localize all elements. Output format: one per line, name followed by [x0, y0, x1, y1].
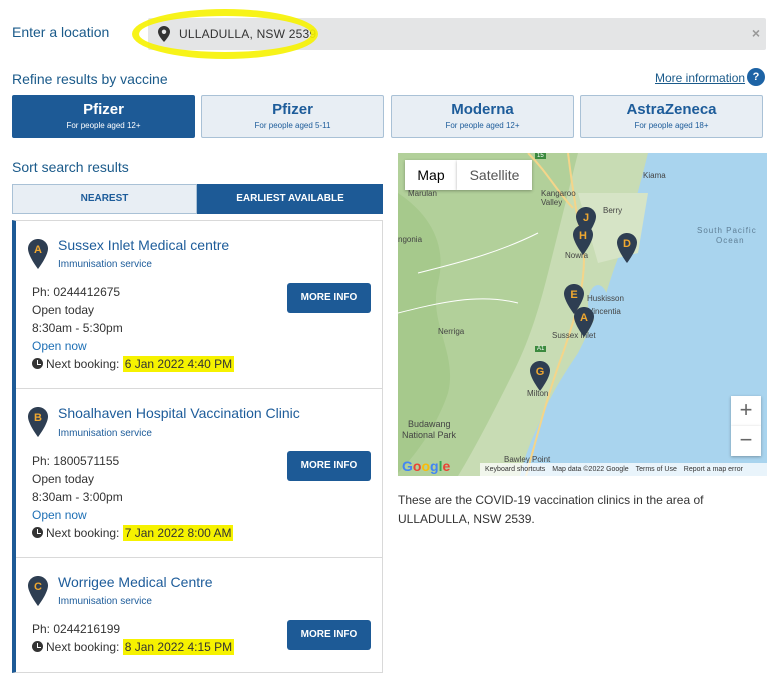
map-place-label: National Park [402, 430, 457, 440]
clinic-name[interactable]: Shoalhaven Hospital Vaccination Clinic [58, 405, 300, 421]
booking-label: Next booking: [46, 526, 120, 540]
next-booking: Next booking: 6 Jan 2022 4:40 PM [32, 356, 235, 372]
map-footer: Keyboard shortcuts Map data ©2022 Google… [480, 463, 767, 476]
more-info-button[interactable]: MORE INFO [287, 620, 371, 650]
more-info-button[interactable]: MORE INFO [287, 451, 371, 481]
vaccine-name: AstraZeneca [626, 101, 717, 118]
vaccine-age: For people aged 12+ [445, 121, 520, 130]
refine-label: Refine results by vaccine [12, 71, 168, 87]
map-place-label: Marulan [408, 189, 437, 198]
map-marker-icon: B [28, 407, 48, 437]
clinic-type: Immunisation service [58, 259, 152, 270]
next-booking: Next booking: 7 Jan 2022 8:00 AM [32, 525, 234, 541]
clock-icon [32, 527, 43, 538]
clock-icon [32, 358, 43, 369]
svg-text:B: B [34, 412, 42, 424]
map-place-label: Huskisson [587, 294, 624, 303]
map-place-label: Berry [603, 206, 623, 215]
map-road-label: 15 [535, 153, 546, 159]
zoom-in-button[interactable]: + [731, 396, 761, 426]
clinic-item: A Sussex Inlet Medical centre Immunisati… [16, 221, 382, 389]
map[interactable]: Map Satellite Marulan Kangaroo Valley Be… [398, 153, 767, 476]
highlight-annotation [132, 9, 318, 59]
map-type-map-button[interactable]: Map [405, 160, 457, 190]
vaccine-name: Pfizer [272, 101, 313, 118]
clinic-phone: Ph: 0244216199 [32, 622, 121, 636]
booking-label: Next booking: [46, 357, 120, 371]
zoom-out-button[interactable]: − [731, 426, 761, 456]
clinic-phone: Ph: 0244412675 [32, 285, 121, 299]
clinic-status: Open now [32, 339, 87, 353]
clinic-name[interactable]: Sussex Inlet Medical centre [58, 237, 229, 253]
keyboard-shortcuts-link[interactable]: Keyboard shortcuts [485, 466, 545, 473]
vaccine-age: For people aged 5-11 [254, 121, 331, 130]
google-logo: Google [402, 458, 451, 474]
clinic-phone: Ph: 1800571155 [32, 454, 120, 468]
clinic-item: C Worrigee Medical Centre Immunisation s… [16, 558, 382, 672]
clinic-type: Immunisation service [58, 428, 152, 439]
clinic-hours: 8:30am - 3:00pm [32, 490, 123, 504]
clear-icon[interactable]: × [752, 25, 760, 41]
clinic-type: Immunisation service [58, 596, 152, 607]
booking-time: 6 Jan 2022 4:40 PM [122, 356, 235, 372]
map-data-text: Map data ©2022 Google [552, 466, 629, 473]
vaccine-age: For people aged 12+ [66, 121, 141, 130]
map-place-label: Kiama [643, 171, 666, 180]
svg-text:A: A [34, 244, 42, 256]
map-place-label: Kangaroo Valley [541, 189, 576, 207]
map-place-label: South Pacific [697, 226, 757, 235]
clinic-open-today: Open today [32, 303, 95, 317]
more-information-link[interactable]: More information [655, 71, 745, 85]
location-label: Enter a location [12, 24, 110, 40]
svg-text:C: C [34, 581, 42, 593]
clinic-status: Open now [32, 508, 87, 522]
sort-nearest-button[interactable]: NEAREST [12, 184, 197, 214]
svg-text:H: H [579, 230, 587, 242]
map-place-label: ngonia [398, 235, 423, 244]
terms-link[interactable]: Terms of Use [636, 466, 677, 473]
vaccine-pfizer-5-11-button[interactable]: Pfizer For people aged 5-11 [201, 95, 384, 138]
svg-text:D: D [623, 238, 631, 250]
map-marker-icon: C [28, 576, 48, 606]
map-marker-icon[interactable]: D [617, 233, 637, 263]
svg-text:J: J [583, 212, 589, 224]
clinic-open-today: Open today [32, 472, 95, 486]
vaccine-pfizer-12-button[interactable]: Pfizer For people aged 12+ [12, 95, 195, 138]
map-marker-icon[interactable]: G [530, 361, 550, 391]
booking-label: Next booking: [46, 640, 120, 654]
help-icon[interactable]: ? [747, 68, 765, 86]
map-road-label: A1 [535, 346, 547, 352]
clinic-item: B Shoalhaven Hospital Vaccination Clinic… [16, 389, 382, 558]
booking-time: 8 Jan 2022 4:15 PM [122, 639, 235, 655]
svg-text:G: G [536, 366, 545, 378]
map-marker-icon[interactable]: A [574, 307, 594, 337]
vaccine-age: For people aged 18+ [634, 121, 709, 130]
map-caption: These are the COVID-19 vaccination clini… [398, 493, 704, 526]
sort-earliest-button[interactable]: EARLIEST AVAILABLE [197, 184, 383, 214]
more-info-button[interactable]: MORE INFO [287, 283, 371, 313]
report-error-link[interactable]: Report a map error [684, 466, 743, 473]
map-place-label: Nerriga [438, 327, 465, 336]
vaccine-moderna-button[interactable]: Moderna For people aged 12+ [391, 95, 574, 138]
vaccine-name: Moderna [451, 101, 514, 118]
map-type-satellite-button[interactable]: Satellite [457, 160, 532, 190]
vaccine-astrazeneca-button[interactable]: AstraZeneca For people aged 18+ [580, 95, 763, 138]
svg-text:E: E [570, 289, 577, 301]
booking-time: 7 Jan 2022 8:00 AM [122, 525, 234, 541]
clinic-hours: 8:30am - 5:30pm [32, 321, 123, 335]
clinic-name[interactable]: Worrigee Medical Centre [58, 574, 213, 590]
next-booking: Next booking: 8 Jan 2022 4:15 PM [32, 639, 235, 655]
map-marker-icon[interactable]: H [573, 225, 593, 255]
map-marker-icon: A [28, 239, 48, 269]
map-place-label: Ocean [716, 236, 745, 245]
clinic-list[interactable]: A Sussex Inlet Medical centre Immunisati… [12, 220, 383, 673]
sort-label: Sort search results [12, 159, 129, 175]
svg-text:A: A [580, 312, 588, 324]
map-place-label: Budawang [408, 419, 451, 429]
vaccine-name: Pfizer [83, 101, 124, 118]
clock-icon [32, 641, 43, 652]
